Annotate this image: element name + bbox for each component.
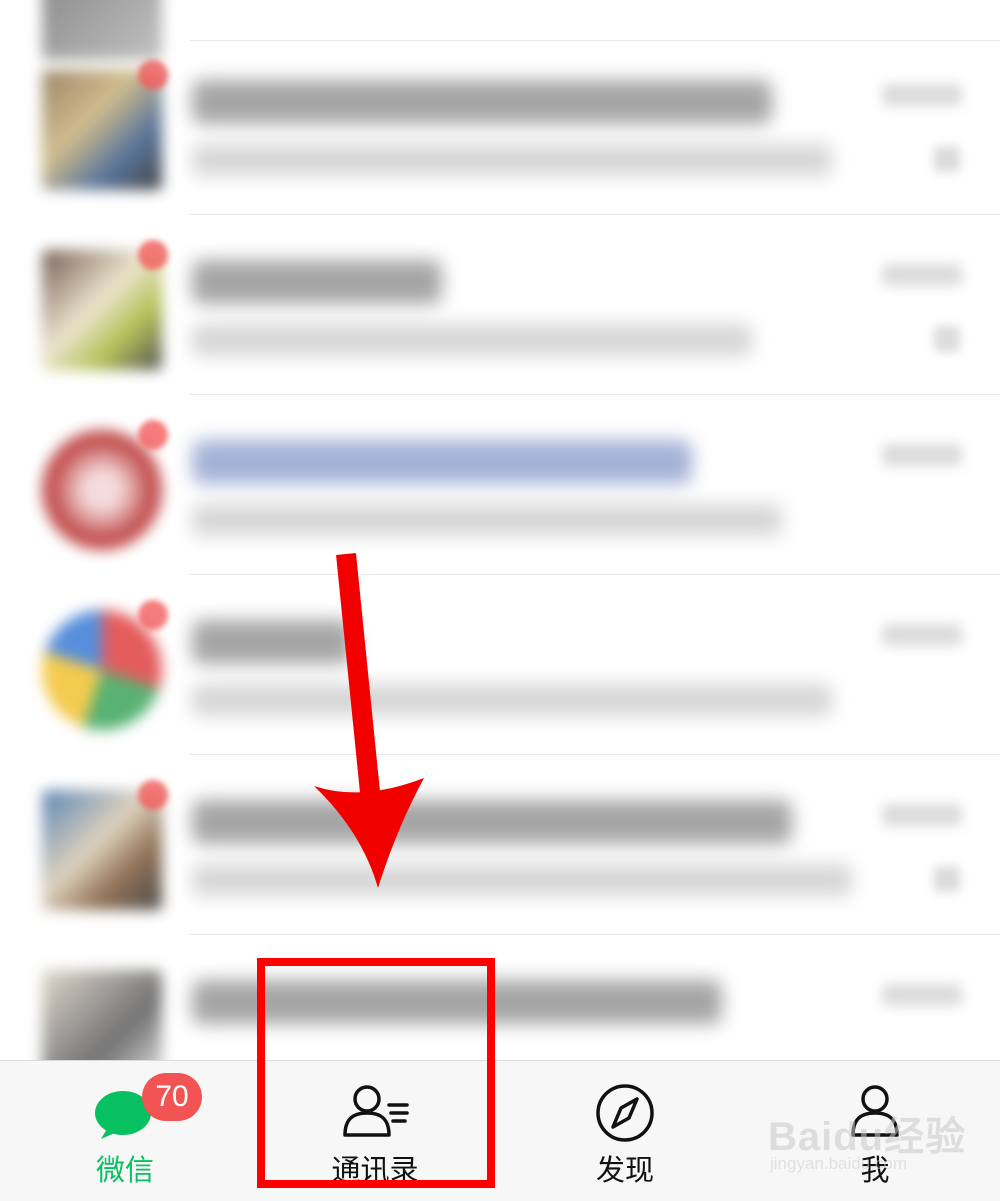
chat-avatar bbox=[42, 970, 162, 1060]
chat-avatar bbox=[42, 250, 162, 370]
chat-time bbox=[882, 264, 962, 286]
unread-dot bbox=[138, 60, 168, 90]
chat-row[interactable] bbox=[0, 760, 1000, 940]
chat-title bbox=[192, 800, 792, 844]
row-divider bbox=[190, 214, 1000, 215]
chat-row[interactable] bbox=[0, 40, 1000, 220]
unread-dot bbox=[138, 780, 168, 810]
tab-discover[interactable]: 发现 bbox=[500, 1061, 750, 1201]
chat-avatar bbox=[42, 610, 162, 730]
row-divider bbox=[190, 934, 1000, 935]
annotation-arrow bbox=[314, 552, 424, 888]
chat-time bbox=[882, 624, 962, 646]
mute-icon bbox=[934, 146, 960, 172]
chat-row[interactable] bbox=[0, 940, 1000, 1060]
chat-avatar bbox=[42, 70, 162, 190]
tab-label: 微信 bbox=[95, 1153, 154, 1187]
chat-preview bbox=[192, 504, 782, 536]
unread-badge: 70 bbox=[142, 1073, 202, 1121]
chat-time bbox=[882, 984, 962, 1006]
chat-time bbox=[882, 84, 962, 106]
chat-list bbox=[0, 0, 1000, 1060]
chat-preview bbox=[192, 324, 752, 356]
chat-preview bbox=[192, 684, 832, 716]
row-divider bbox=[190, 394, 1000, 395]
unread-dot bbox=[138, 420, 168, 450]
baidu-jingyan-watermark: Baidu经验 jingyan.baidu.com bbox=[760, 1100, 980, 1190]
mute-icon bbox=[934, 326, 960, 352]
chat-row[interactable] bbox=[0, 580, 1000, 760]
chat-time bbox=[882, 804, 962, 826]
chat-title bbox=[192, 260, 442, 304]
chat-preview bbox=[192, 144, 832, 176]
annotation-highlight-box bbox=[257, 958, 495, 1188]
chat-title bbox=[192, 80, 772, 124]
unread-dot bbox=[138, 600, 168, 630]
watermark-site: jingyan.baidu.com bbox=[770, 1154, 908, 1173]
chat-avatar bbox=[42, 430, 162, 550]
chat-avatar bbox=[42, 790, 162, 910]
tab-label: 发现 bbox=[595, 1153, 654, 1187]
unread-dot bbox=[138, 240, 168, 270]
chat-row[interactable] bbox=[0, 220, 1000, 400]
mute-icon bbox=[934, 866, 960, 892]
chat-time bbox=[882, 444, 962, 466]
tab-chats[interactable]: 70 微信 bbox=[0, 1061, 250, 1201]
chat-title bbox=[192, 440, 692, 484]
compass-icon bbox=[596, 1084, 654, 1142]
chat-row[interactable] bbox=[0, 400, 1000, 580]
chat-preview bbox=[192, 864, 852, 896]
